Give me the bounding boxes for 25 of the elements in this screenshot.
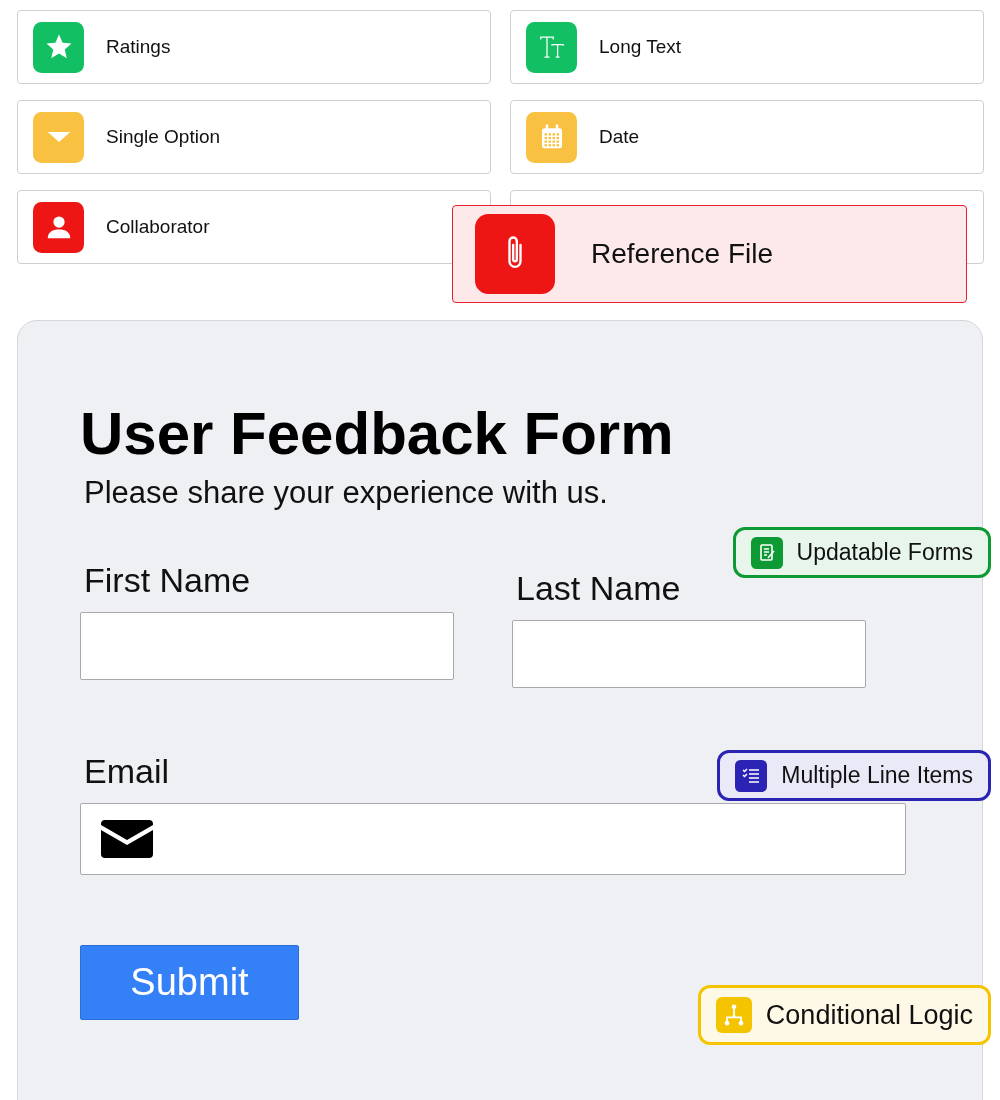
text-input-field[interactable]: [512, 620, 866, 688]
submit-button[interactable]: Submit: [80, 945, 299, 1020]
field-label: Last Name: [516, 569, 681, 608]
field-type-label: Long Text: [599, 36, 682, 58]
form-subtitle: Please share your experience with us.: [84, 475, 609, 511]
field-type-card[interactable]: Date: [510, 100, 984, 174]
field-label: Email: [84, 752, 170, 791]
feature-label: Updatable Forms: [796, 539, 973, 566]
form-title: User Feedback Form: [80, 399, 675, 469]
field-type-card[interactable]: Single Option: [17, 100, 491, 174]
field-type-label: Ratings: [106, 36, 171, 58]
field-type-label: Collaborator: [106, 216, 210, 238]
field-type-card[interactable]: Long Text: [510, 10, 984, 84]
field-type-card[interactable]: Ratings: [17, 10, 491, 84]
field-type-card[interactable]: Collaborator: [17, 190, 491, 264]
feature-label: Conditional Logic: [765, 999, 973, 1031]
field-type-label: Reference File: [591, 238, 774, 270]
drag-preview-tooltip[interactable]: Reference File: [452, 205, 967, 303]
email-input-field[interactable]: [80, 803, 906, 875]
envelope-icon: [101, 820, 153, 858]
text-input-field[interactable]: [80, 612, 454, 680]
feature-label: Multiple Line Items: [781, 762, 973, 789]
field-label: First Name: [84, 561, 251, 600]
field-type-label: Single Option: [106, 126, 221, 148]
field-type-label: Date: [599, 126, 640, 148]
